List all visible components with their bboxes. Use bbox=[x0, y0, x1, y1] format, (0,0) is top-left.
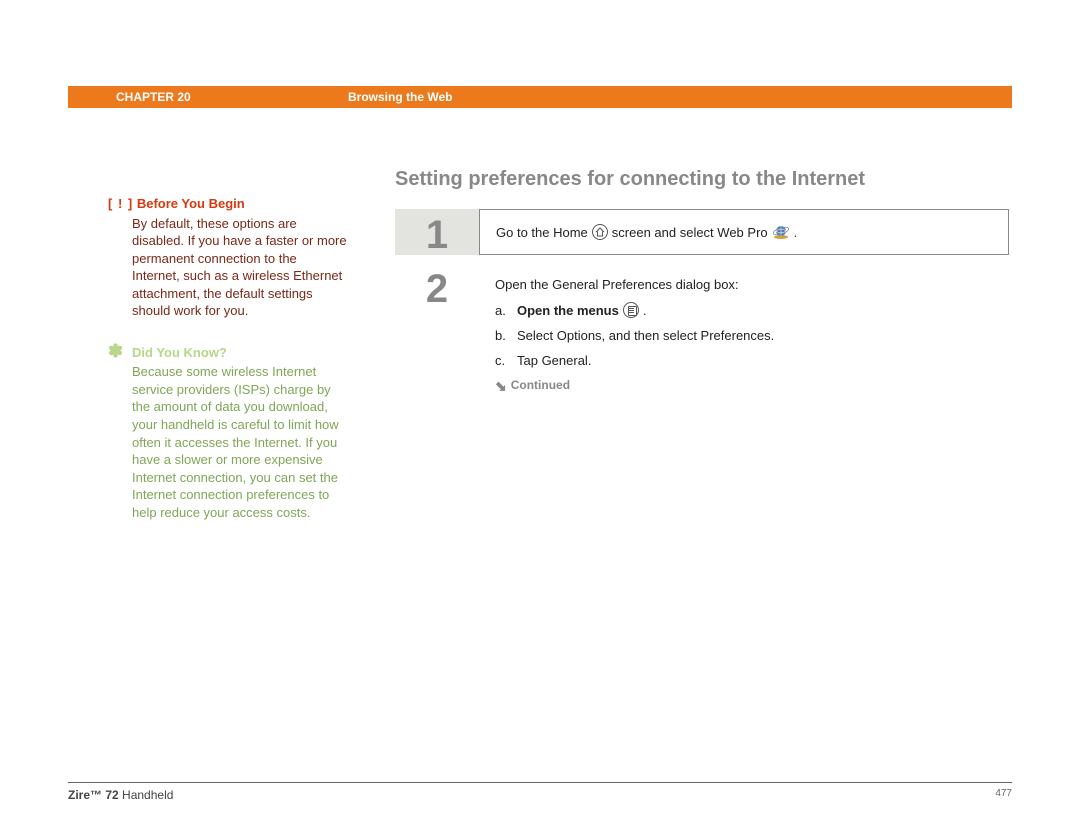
step-2-sublist: a. Open the menus . b. Select Options, a… bbox=[495, 302, 993, 368]
open-menus-link[interactable]: Open the menus bbox=[517, 303, 619, 318]
footer-rule bbox=[68, 782, 1012, 783]
continued-indicator: ⬊ Continued bbox=[495, 378, 993, 392]
chapter-title: Browsing the Web bbox=[348, 90, 1012, 104]
step-2-item-b: b. Select Options, and then select Prefe… bbox=[495, 328, 993, 343]
continued-label: Continued bbox=[511, 378, 570, 392]
step-2-intro: Open the General Preferences dialog box: bbox=[495, 277, 993, 292]
arrow-down-right-icon: ⬊ bbox=[495, 379, 507, 393]
step-1-text-before: Go to the Home bbox=[496, 225, 588, 240]
step-1-number-cell: 1 bbox=[395, 209, 479, 255]
did-you-know-body: Because some wireless Internet service p… bbox=[132, 363, 348, 521]
product-rest: Handheld bbox=[119, 788, 174, 802]
sub-c-text: Tap General. bbox=[517, 353, 591, 368]
step-1-text-after: . bbox=[794, 225, 798, 240]
chapter-label: CHAPTER 20 bbox=[68, 90, 348, 104]
before-you-begin-body: By default, these options are disabled. … bbox=[132, 215, 348, 320]
step-2-item-c: c. Tap General. bbox=[495, 353, 993, 368]
chapter-header: CHAPTER 20 Browsing the Web bbox=[68, 86, 1012, 108]
step-1-body: Go to the Home screen and select Web Pro… bbox=[479, 209, 1009, 255]
sub-a-after: . bbox=[643, 303, 647, 318]
star-icon: ✽ bbox=[108, 342, 126, 360]
step-1-row: 1 Go to the Home screen and select Web P… bbox=[395, 209, 1009, 255]
sidebar: [ ! ] Before You Begin By default, these… bbox=[108, 195, 348, 521]
step-2-number-cell: 2 bbox=[395, 263, 479, 406]
step-2-body: Open the General Preferences dialog box:… bbox=[479, 263, 1009, 406]
step-1-text: Go to the Home screen and select Web Pro… bbox=[496, 224, 992, 240]
home-icon bbox=[592, 224, 608, 240]
sub-b-text: Select Options, and then select Preferen… bbox=[517, 328, 774, 343]
page-footer: Zire™ 72 Handheld 477 bbox=[68, 788, 1012, 802]
page-number: 477 bbox=[995, 788, 1012, 802]
alert-brackets-icon: [ ! ] bbox=[108, 196, 133, 211]
before-you-begin-block: [ ! ] Before You Begin By default, these… bbox=[108, 195, 348, 320]
sub-letter-b: b. bbox=[495, 328, 513, 343]
product-name: Zire™ 72 Handheld bbox=[68, 788, 173, 802]
step-1-number: 1 bbox=[426, 215, 448, 255]
did-you-know-block: ✽ Did You Know? Because some wireless In… bbox=[108, 344, 348, 521]
sub-letter-a: a. bbox=[495, 303, 513, 318]
step-2-row: 2 Open the General Preferences dialog bo… bbox=[395, 263, 1009, 406]
step-2-number: 2 bbox=[426, 269, 448, 309]
main-content: Setting preferences for connecting to th… bbox=[395, 168, 1009, 414]
webpro-icon bbox=[772, 224, 790, 240]
did-you-know-content: Did You Know? Because some wireless Inte… bbox=[132, 344, 348, 521]
sub-letter-c: c. bbox=[495, 353, 513, 368]
section-heading: Setting preferences for connecting to th… bbox=[395, 168, 1009, 191]
before-you-begin-heading: [ ! ] Before You Begin bbox=[108, 195, 348, 213]
product-bold: Zire™ 72 bbox=[68, 788, 119, 802]
before-you-begin-label: Before You Begin bbox=[137, 196, 245, 211]
step-2-item-a: a. Open the menus . bbox=[495, 302, 993, 318]
did-you-know-heading: Did You Know? bbox=[132, 344, 348, 362]
menu-icon bbox=[623, 302, 639, 318]
step-1-text-mid: screen and select Web Pro bbox=[612, 225, 768, 240]
